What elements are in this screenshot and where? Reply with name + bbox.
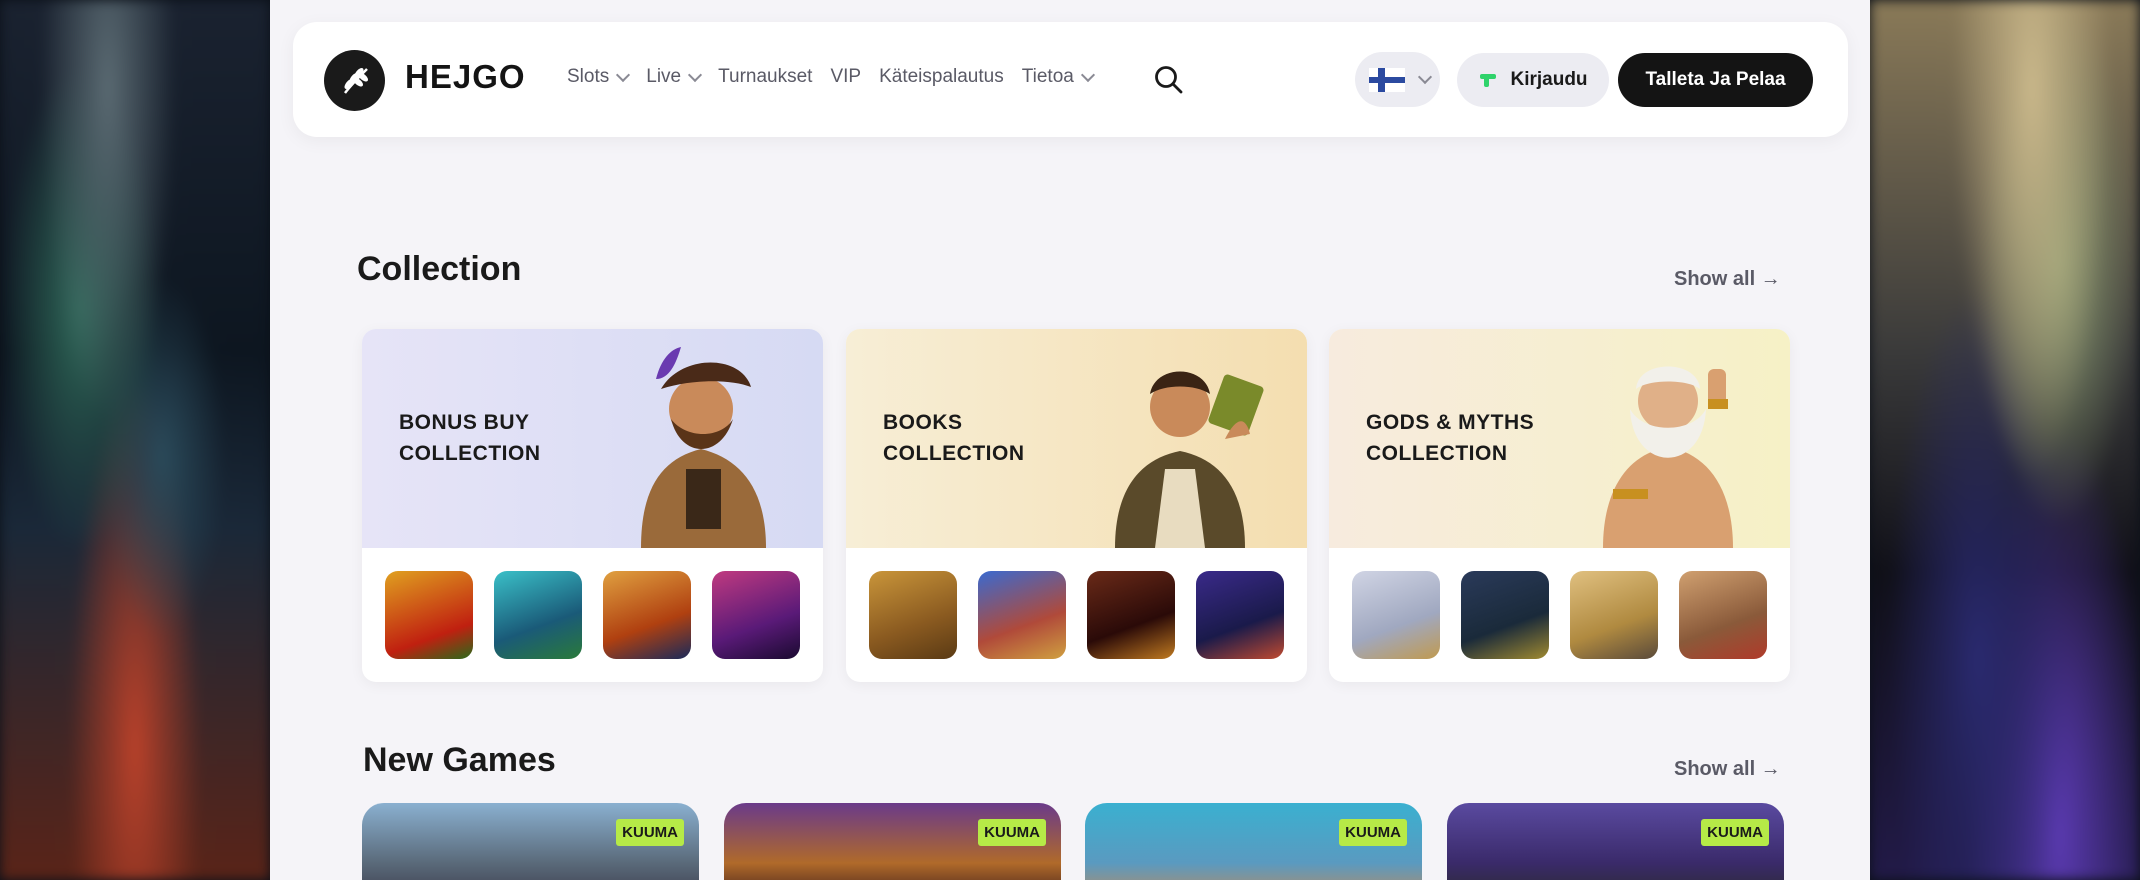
new-game-card[interactable]: KUUMA [724,803,1061,880]
logo-icon[interactable] [324,50,385,111]
blurred-backdrop-left [0,0,270,880]
nav-vip-label: VIP [830,66,862,87]
collection-thumbs [1352,571,1767,659]
collection-title: Collection [357,250,522,288]
nav-live-label: Live [646,66,682,87]
brand-name[interactable]: HEJGO [405,58,526,96]
language-selector[interactable] [1355,52,1440,107]
collection-label-line1: BOOKS [883,411,963,434]
main-nav: Slots Live Turnaukset VIP Käteispalautus… [567,66,1095,88]
collection-label: GODS & MYTHS COLLECTION [1366,407,1556,469]
nav-vip[interactable]: VIP [830,66,861,88]
nav-kateispalautus-label: Käteispalautus [879,66,1004,87]
chevron-down-icon [1080,67,1095,82]
nav-live[interactable]: Live [646,66,703,88]
new-game-card[interactable]: KUUMA [1447,803,1784,880]
books-collection-card[interactable]: BOOKS COLLECTION [846,329,1307,682]
login-icon [1480,74,1497,87]
hot-badge: KUUMA [1701,819,1769,846]
search-icon[interactable] [1153,64,1185,96]
collection-label-line2: COLLECTION [1366,442,1508,465]
book-of-spells-thumb[interactable] [1196,571,1284,659]
login-label: Kirjaudu [1510,69,1588,90]
new-games-show-all-link[interactable]: Show all → [1674,758,1781,781]
chevron-down-icon [688,67,703,82]
big-juice-thumb[interactable] [385,571,473,659]
gods-thumb[interactable] [1679,571,1767,659]
nav-turnaukset[interactable]: Turnaukset [718,66,812,88]
casino-page: HEJGO Slots Live Turnaukset VIP Käteispa… [270,0,1870,880]
book-of-dead-thumb[interactable] [869,571,957,659]
new-games-title: New Games [363,741,556,779]
fortuna-thumb[interactable] [712,571,800,659]
collection-hero: BOOKS COLLECTION [846,329,1307,548]
collection-hero: GODS & MYTHS COLLECTION [1329,329,1790,548]
nav-slots[interactable]: Slots [567,66,631,88]
new-game-card[interactable]: KUUMA [362,803,699,880]
collection-label-line2: COLLECTION [399,442,541,465]
collection-label-line2: COLLECTION [883,442,1025,465]
finland-flag-icon [1369,67,1405,92]
hot-badge: KUUMA [1339,819,1407,846]
bonus-buy-collection-card[interactable]: BONUS BUY COLLECTION [362,329,823,682]
explorer-character-image [1115,371,1264,548]
collection-thumbs [385,571,800,659]
nav-tietoa[interactable]: Tietoa [1021,66,1095,88]
blurred-backdrop-right [1870,0,2140,880]
deposit-and-play-button[interactable]: Talleta Ja Pelaa [1618,53,1813,107]
collection-label: BONUS BUY COLLECTION [399,407,589,469]
zeus-character-image [1603,366,1733,548]
collection-show-all-link[interactable]: Show all → [1674,268,1781,291]
login-button[interactable]: Kirjaudu [1457,53,1609,107]
pirate-character-image [641,347,766,548]
hot-badge: KUUMA [978,819,1046,846]
temple-thumb[interactable] [1461,571,1549,659]
collection-label-line1: GODS & MYTHS [1366,411,1535,434]
nav-slots-label: Slots [567,66,610,87]
nav-tietoa-label: Tietoa [1021,66,1074,87]
zeus-lightning-thumb[interactable] [1570,571,1658,659]
chevron-down-icon [1417,69,1433,85]
collection-label-line1: BONUS BUY [399,411,530,434]
site-header: HEJGO Slots Live Turnaukset VIP Käteispa… [293,22,1848,137]
nav-turnaukset-label: Turnaukset [718,66,813,87]
collection-hero: BONUS BUY COLLECTION [362,329,823,548]
nav-kateispalautus[interactable]: Käteispalautus [879,66,1004,88]
solar-queen-megaways-thumb[interactable] [603,571,691,659]
chevron-down-icon [616,67,631,82]
collection-label: BOOKS COLLECTION [883,407,1073,469]
mighty-gorilla-thumb[interactable] [494,571,582,659]
new-game-card[interactable]: KUUMA [1085,803,1422,880]
hot-badge: KUUMA [616,819,684,846]
book-of-oracle-thumb[interactable] [978,571,1066,659]
gods-and-myths-collection-card[interactable]: GODS & MYTHS COLLECTION [1329,329,1790,682]
collection-thumbs [869,571,1284,659]
pegasus-thumb[interactable] [1352,571,1440,659]
book-of-truth-thumb[interactable] [1087,571,1175,659]
